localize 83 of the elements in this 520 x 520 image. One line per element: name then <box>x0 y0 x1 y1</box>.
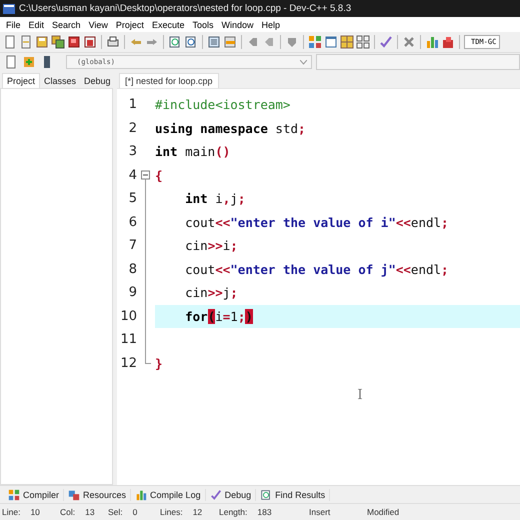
page-icon[interactable] <box>4 55 18 69</box>
menu-item[interactable]: Help <box>258 20 284 30</box>
cross-icon[interactable] <box>402 35 416 49</box>
status-label: Line: <box>2 507 20 517</box>
blocks-icon[interactable] <box>441 35 455 49</box>
code-line: cin>>j; <box>184 285 238 300</box>
menu-item[interactable]: View <box>84 20 112 30</box>
line-number: 7 <box>128 238 137 254</box>
bar-chart-icon <box>135 488 148 500</box>
panel-tab[interactable]: Debug <box>80 74 115 88</box>
status-value: 183 <box>257 507 272 517</box>
grid-icon[interactable] <box>340 35 354 49</box>
app-icon[interactable] <box>3 2 15 14</box>
grid-icon[interactable] <box>308 35 322 49</box>
line-number: 11 <box>119 332 137 348</box>
magnifier-icon[interactable] <box>168 35 182 49</box>
status-label: Lines: <box>160 507 183 517</box>
fold-toggle-icon[interactable] <box>141 170 150 180</box>
code-line: cin>>i; <box>184 238 238 254</box>
page-icon[interactable] <box>3 35 17 49</box>
document-icon[interactable] <box>223 35 237 49</box>
code-line: int main() <box>155 144 230 160</box>
disks-icon[interactable] <box>51 35 65 49</box>
menu-item[interactable]: Tools <box>188 20 218 30</box>
window-icon[interactable] <box>324 35 338 49</box>
line-number: 3 <box>128 144 137 160</box>
status-label: Col: <box>60 507 76 517</box>
line-number: 8 <box>128 262 137 277</box>
menu-item[interactable]: Search <box>48 20 85 30</box>
bottom-tab[interactable]: Find Results <box>256 488 330 500</box>
shield-icon[interactable] <box>285 35 299 49</box>
menu-item[interactable]: File <box>2 20 25 30</box>
grid-icon[interactable] <box>356 35 370 49</box>
code-line: using namespace std; <box>155 120 306 136</box>
checkmark-icon[interactable] <box>379 35 393 49</box>
line-number: 1 <box>128 97 137 112</box>
chevron-icon <box>300 60 307 64</box>
line-number: 2 <box>128 120 137 136</box>
line-number: 4 <box>128 168 137 183</box>
file-icon[interactable] <box>67 35 81 49</box>
line-number: 12 <box>119 356 137 371</box>
cubes-icon <box>68 488 80 500</box>
code-line: cout<<"enter the value of j"<<endl; <box>184 262 449 277</box>
bar-chart-icon[interactable] <box>425 35 439 49</box>
text-cursor-icon <box>357 389 363 399</box>
status-label: Modified <box>367 507 400 517</box>
status-label: Sel: <box>108 507 123 517</box>
line-number: 6 <box>128 214 137 230</box>
code-line: int i,j; <box>184 191 246 206</box>
menu-item[interactable]: Edit <box>24 20 48 30</box>
grid-icon <box>8 488 20 500</box>
status-value: 10 <box>30 507 40 517</box>
checkmark-icon <box>210 488 222 500</box>
code-line: for(i=1;) <box>184 308 253 324</box>
bottom-tab[interactable]: Compile Log <box>131 488 206 500</box>
panel-tab[interactable]: Classes <box>40 74 80 88</box>
line-number: 5 <box>128 191 137 206</box>
status-value: 12 <box>192 507 202 517</box>
window-title: C:\Users\usman kayani\Desktop\operators\nested for loop.cpp - Dev-C++ 5.8.3 <box>19 3 352 14</box>
line-number: 10 <box>119 308 137 324</box>
bottom-tab[interactable]: Compiler <box>4 488 64 500</box>
code-line: cout<<"enter the value of i"<<endl; <box>184 214 449 230</box>
status-value: 13 <box>85 507 95 517</box>
panel-tab[interactable]: Project <box>2 73 40 88</box>
file-tab[interactable]: [*] nested for loop.cpp <box>119 73 219 88</box>
file-icon[interactable] <box>83 35 97 49</box>
magnifier-icon[interactable] <box>184 35 198 49</box>
status-value: 0 <box>132 507 138 517</box>
code-line: #include<iostream> <box>155 97 290 112</box>
line-number: 9 <box>128 285 137 300</box>
bottom-tab[interactable]: Debug <box>206 488 256 500</box>
bottom-tab[interactable]: Resources <box>64 488 132 500</box>
status-label: Insert <box>309 507 330 517</box>
code-line: { <box>155 168 163 183</box>
printer-icon[interactable] <box>106 35 120 49</box>
code-line: } <box>155 356 163 371</box>
menu-item[interactable]: Execute <box>148 20 188 30</box>
menu-item[interactable]: Project <box>112 20 148 30</box>
page-icon[interactable] <box>19 35 33 49</box>
menu-item[interactable]: Window <box>217 20 258 30</box>
document-icon[interactable] <box>207 35 221 49</box>
status-label: Length: <box>219 507 248 517</box>
magnifier-icon <box>260 488 272 500</box>
